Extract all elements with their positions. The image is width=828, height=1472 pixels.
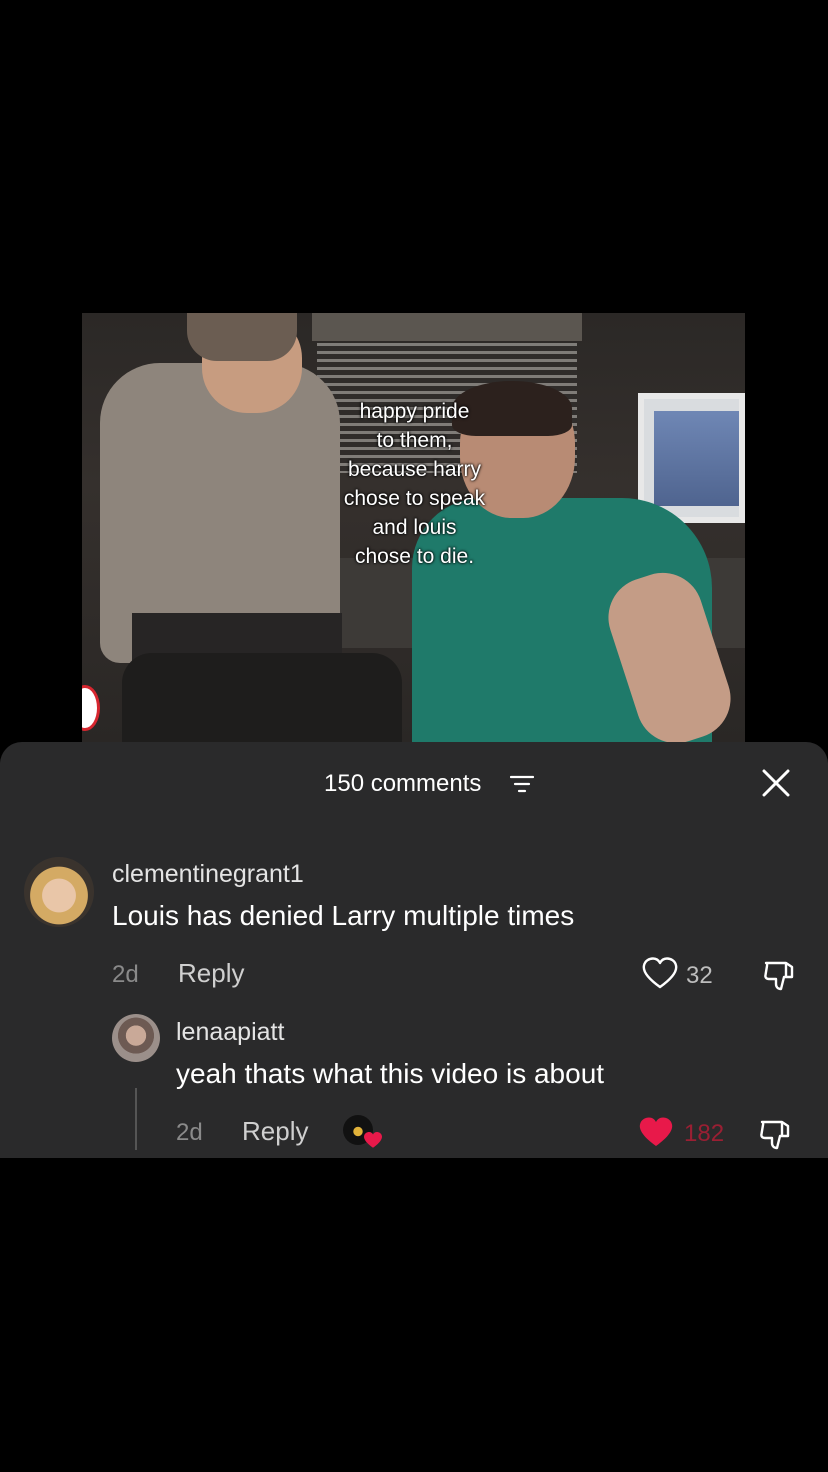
- close-icon[interactable]: [761, 768, 791, 798]
- studio-shelf: [312, 313, 582, 341]
- creator-liked-badge: [343, 1115, 383, 1151]
- video-caption: happy pride to them, because harry chose…: [343, 400, 486, 568]
- reply-time: 2d: [176, 1119, 203, 1146]
- avatar[interactable]: [24, 857, 94, 927]
- like-count: 182: [684, 1120, 725, 1147]
- filter-icon[interactable]: [510, 774, 534, 794]
- beanie: [187, 313, 297, 361]
- comment-text: Louis has denied Larry multiple times: [112, 900, 575, 931]
- comments-header: 150 comments: [0, 766, 828, 802]
- heart-icon: [364, 1131, 382, 1148]
- video-frame[interactable]: happy pride to them, because harry chose…: [82, 313, 745, 743]
- like-count: 32: [686, 962, 713, 989]
- reply-button[interactable]: Reply: [178, 958, 244, 989]
- reply-text: yeah thats what this video is about: [176, 1058, 605, 1089]
- comments-sheet: 150 comments clementinegrant1 Louis has …: [0, 742, 828, 1158]
- chair: [122, 653, 402, 743]
- dislike-icon[interactable]: [758, 1116, 794, 1152]
- comments-count: 150 comments: [324, 770, 482, 797]
- dislike-icon[interactable]: [762, 957, 798, 993]
- heart-icon[interactable]: [642, 957, 678, 989]
- comment-username[interactable]: clementinegrant1: [112, 860, 304, 889]
- reply-username[interactable]: lenaapiatt: [176, 1018, 284, 1047]
- comment-time: 2d: [112, 961, 139, 988]
- reply-button[interactable]: Reply: [242, 1116, 308, 1147]
- thread-line: [135, 1088, 137, 1150]
- avatar[interactable]: [112, 1014, 160, 1062]
- heart-filled-icon[interactable]: [638, 1116, 674, 1148]
